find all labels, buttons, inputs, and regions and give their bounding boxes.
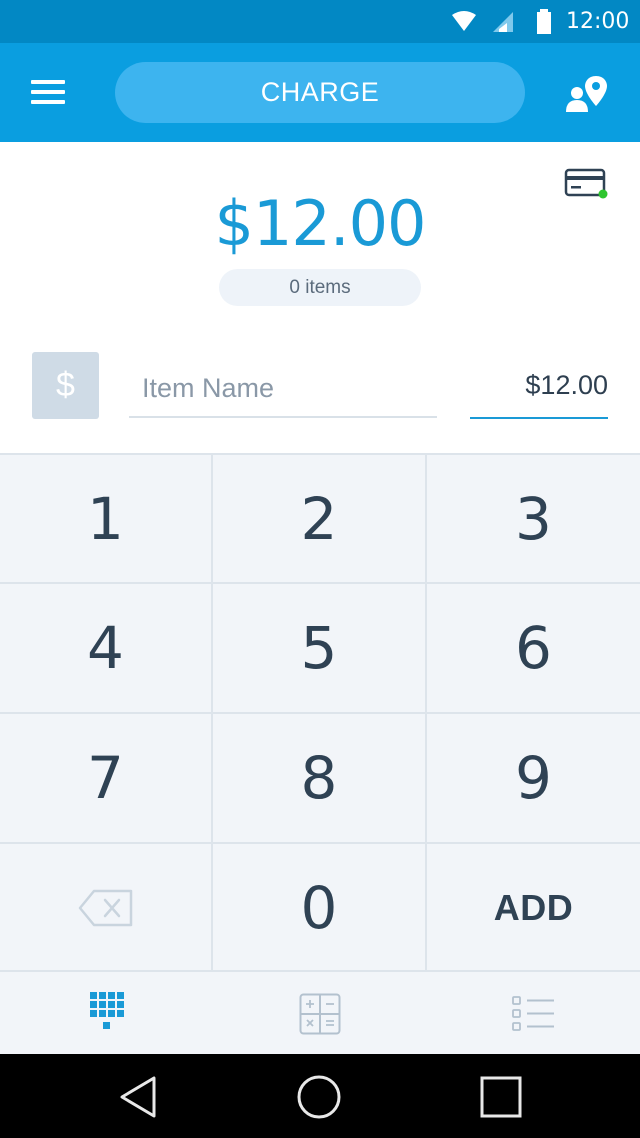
key-0[interactable]: 0: [213, 844, 425, 972]
price-field[interactable]: $12.00: [470, 360, 608, 419]
battery-icon: [537, 9, 551, 34]
system-nav-bar: [0, 1054, 640, 1138]
signal-icon: [493, 12, 513, 32]
dollar-tile[interactable]: $: [32, 352, 99, 419]
key-3[interactable]: 3: [427, 455, 640, 582]
key-1[interactable]: 1: [0, 455, 211, 582]
wifi-icon: [452, 11, 476, 31]
keypad-tab[interactable]: [0, 972, 213, 1056]
bottom-tab-bar: [0, 970, 640, 1054]
key-6[interactable]: 6: [427, 584, 640, 712]
keypad: 1 2 3 4 5 6 7 8 9 0 ADD: [0, 453, 640, 972]
keypad-icon: [89, 992, 124, 1029]
calculator-tab[interactable]: [213, 972, 426, 1056]
key-2[interactable]: 2: [213, 455, 425, 582]
backspace-icon: [78, 889, 132, 927]
status-bar: 12:00: [0, 0, 640, 43]
home-icon[interactable]: [296, 1074, 342, 1120]
recents-icon[interactable]: [479, 1074, 523, 1120]
item-name-input[interactable]: [129, 360, 437, 418]
total-amount: $12.00: [214, 187, 427, 260]
back-icon[interactable]: [118, 1074, 160, 1120]
list-icon: [511, 996, 554, 1031]
key-5[interactable]: 5: [213, 584, 425, 712]
add-button[interactable]: ADD: [427, 844, 640, 972]
hamburger-menu-icon[interactable]: [28, 77, 68, 107]
key-8[interactable]: 8: [213, 714, 425, 842]
backspace-key[interactable]: [0, 844, 211, 972]
key-7[interactable]: 7: [0, 714, 211, 842]
key-4[interactable]: 4: [0, 584, 211, 712]
status-time: 12:00: [566, 9, 630, 34]
items-count-pill[interactable]: 0 items: [219, 269, 421, 306]
charge-button[interactable]: CHARGE: [115, 62, 525, 123]
key-9[interactable]: 9: [427, 714, 640, 842]
app-bar: CHARGE: [0, 43, 640, 142]
item-list-tab[interactable]: [427, 972, 640, 1056]
customer-location-icon[interactable]: [564, 74, 610, 114]
calculator-icon: [299, 993, 340, 1035]
